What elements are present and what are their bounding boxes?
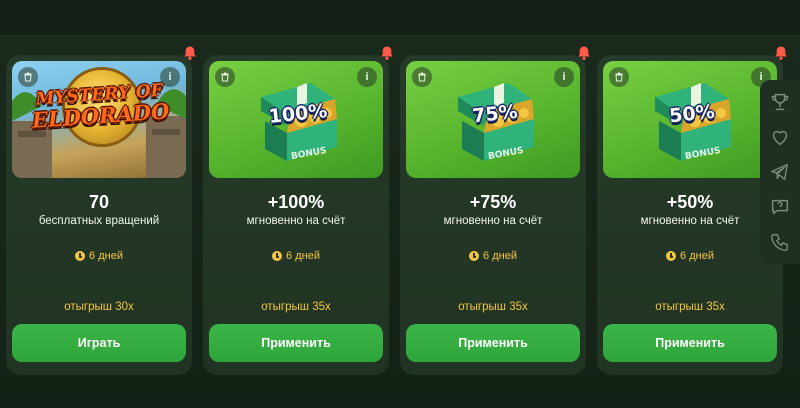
bonus-card-free-spins: MYSTERY OF ELDORADO i 70 бесплатных вращ… <box>6 46 196 375</box>
bell-icon[interactable] <box>576 45 592 61</box>
play-button[interactable]: Играть <box>12 324 186 362</box>
wager-requirement: отыгрыш 35х <box>261 301 331 313</box>
bonus-image[interactable]: 100% BONUS i <box>209 61 383 178</box>
support-chat-icon[interactable] <box>769 196 791 218</box>
bonus-description: мгновенно на счёт <box>246 215 346 227</box>
info-icon[interactable]: i <box>160 67 180 87</box>
heart-icon[interactable] <box>769 126 791 148</box>
apply-button[interactable]: Применить <box>603 324 777 362</box>
telegram-icon[interactable] <box>769 161 791 183</box>
bonus-card-100: 100% BONUS i +100% мгновенно на счёт 6 д… <box>203 46 393 375</box>
info-icon[interactable]: i <box>357 67 377 87</box>
wager-requirement: отыгрыш 35х <box>458 301 528 313</box>
trash-icon[interactable] <box>609 67 629 87</box>
clock-icon <box>666 251 677 261</box>
bonus-description: бесплатных вращений <box>38 215 160 227</box>
trophy-icon[interactable] <box>769 91 791 113</box>
floating-sidebar <box>760 80 800 264</box>
trash-icon[interactable] <box>18 67 38 87</box>
expiry-indicator: 6 дней <box>400 250 586 262</box>
expiry-indicator: 6 дней <box>597 250 783 262</box>
expiry-indicator: 6 дней <box>6 250 192 262</box>
bonus-value: 70 <box>88 192 110 212</box>
bonus-image[interactable]: 75% BONUS i <box>406 61 580 178</box>
apply-button[interactable]: Применить <box>406 324 580 362</box>
bell-icon[interactable] <box>379 45 395 61</box>
expiry-indicator: 6 дней <box>203 250 389 262</box>
expiry-text: 6 дней <box>680 250 714 262</box>
info-icon[interactable]: i <box>554 67 574 87</box>
bell-icon[interactable] <box>182 45 198 61</box>
bonus-value: +100% <box>267 192 325 212</box>
bonus-card-50: 50% BONUS i +50% мгновенно на счёт 6 дне… <box>597 46 787 375</box>
phone-icon[interactable] <box>769 231 791 253</box>
wager-requirement: отыгрыш 30х <box>64 301 134 313</box>
clock-icon <box>272 251 283 261</box>
bonus-description: мгновенно на счёт <box>640 215 740 227</box>
bonus-value: +75% <box>469 192 517 212</box>
bonus-cards-row: MYSTERY OF ELDORADO i 70 бесплатных вращ… <box>0 46 787 375</box>
wager-requirement: отыгрыш 35х <box>655 301 725 313</box>
trash-icon[interactable] <box>412 67 432 87</box>
clock-icon <box>75 251 86 261</box>
bonus-card-75: 75% BONUS i +75% мгновенно на счёт 6 дне… <box>400 46 590 375</box>
bonus-image[interactable]: 50% BONUS i <box>603 61 777 178</box>
bell-icon[interactable] <box>773 45 789 61</box>
trash-icon[interactable] <box>215 67 235 87</box>
expiry-text: 6 дней <box>89 250 123 262</box>
game-thumbnail[interactable]: MYSTERY OF ELDORADO i <box>12 61 186 178</box>
expiry-text: 6 дней <box>286 250 320 262</box>
clock-icon <box>469 251 480 261</box>
expiry-text: 6 дней <box>483 250 517 262</box>
apply-button[interactable]: Применить <box>209 324 383 362</box>
top-bar <box>0 0 800 36</box>
bonus-value: +50% <box>666 192 714 212</box>
bonus-description: мгновенно на счёт <box>443 215 543 227</box>
